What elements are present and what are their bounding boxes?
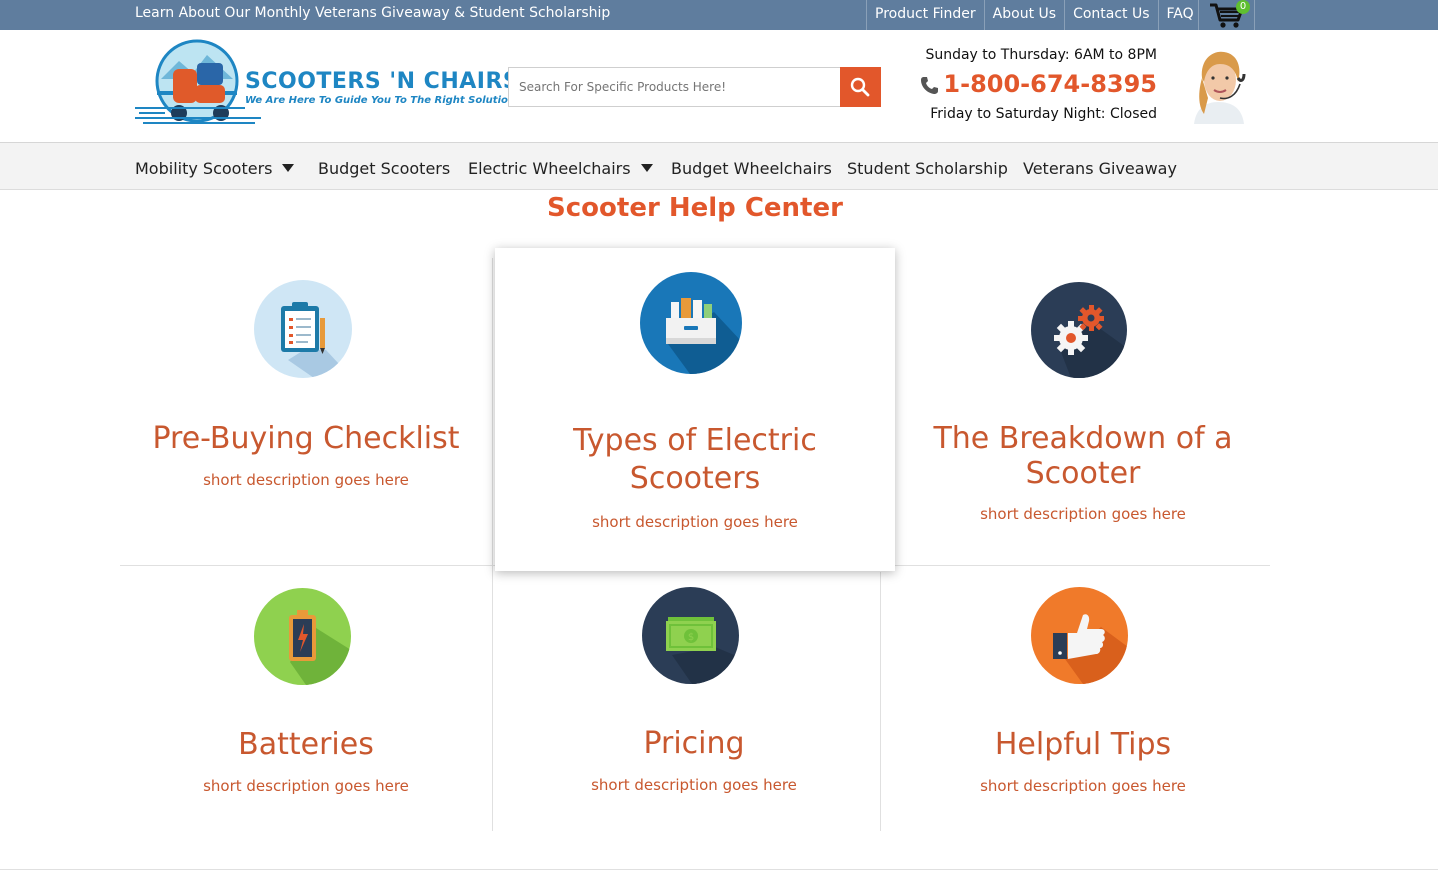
phone-number[interactable]: 1-800-674-8395 [900,70,1157,98]
page-title: Scooter Help Center [547,193,843,223]
card-description: short description goes here [980,777,1186,795]
battery-icon [254,588,351,685]
nav-mobility-scooters-label: Mobility Scooters [135,159,273,178]
veterans-giveaway-link[interactable]: Learn About Our Monthly Veterans Giveawa… [135,5,610,21]
cart-count-badge: 0 [1236,0,1250,14]
search-button[interactable] [840,67,881,107]
card-breakdown-of-a-scooter[interactable]: The Breakdown of a Scooter short descrip… [896,258,1270,564]
cart-button[interactable]: 0 [1198,0,1255,30]
chevron-down-icon [640,163,653,172]
card-title-line: Scooter [1025,456,1141,491]
card-pricing[interactable]: $ Pricing short description goes here [493,566,880,830]
card-description: short description goes here [591,776,797,794]
card-description: short description goes here [203,471,409,489]
site-header: SCOOTERS 'N CHAIRS We Are Here To Guide … [0,30,1438,143]
about-us-link[interactable]: About Us [983,0,1064,30]
top-bar: Learn About Our Monthly Veterans Giveawa… [0,0,1438,30]
card-helpful-tips[interactable]: Helpful Tips short description goes here [881,566,1285,830]
nav-electric-wheelchairs[interactable]: Electric Wheelchairs [468,159,653,178]
card-title: Helpful Tips [994,727,1172,762]
main-nav: Mobility Scooters Budget Scooters Electr… [0,143,1438,190]
box-files-icon [640,272,742,374]
product-finder-link[interactable]: Product Finder [866,0,984,30]
logo-tagline: We Are Here To Guide You To The Right So… [245,95,515,106]
phone-icon [921,77,939,94]
faq-link[interactable]: FAQ [1157,0,1202,30]
weekday-hours: Sunday to Thursday: 6AM to 8PM [925,47,1157,63]
nav-budget-wheelchairs[interactable]: Budget Wheelchairs [671,159,832,178]
card-title: Batteries [238,727,374,762]
site-logo[interactable]: SCOOTERS 'N CHAIRS We Are Here To Guide … [135,39,519,129]
nav-electric-wheelchairs-label: Electric Wheelchairs [468,159,631,178]
card-title: Types of Electric Scooters [495,422,895,498]
card-title-line: Scooters [629,461,761,496]
nav-student-scholarship[interactable]: Student Scholarship [847,159,1008,178]
card-batteries[interactable]: Batteries short description goes here [120,566,492,830]
nav-budget-scooters[interactable]: Budget Scooters [318,159,450,178]
phone-number-text: 1-800-674-8395 [943,70,1157,98]
search-input[interactable] [509,68,841,106]
card-types-of-electric-scooters[interactable]: Types of Electric Scooters short descrip… [495,248,895,571]
contact-us-link[interactable]: Contact Us [1064,0,1157,30]
card-description: short description goes here [203,777,409,795]
weekend-hours: Friday to Saturday Night: Closed [930,106,1157,122]
nav-mobility-scooters[interactable]: Mobility Scooters [135,159,295,178]
clipboard-icon [254,280,352,378]
card-title-line: The Breakdown of a [933,421,1233,456]
svg-text:$: $ [688,632,694,643]
search-bar [508,67,881,107]
logo-brand-text: SCOOTERS 'N CHAIRS [245,69,520,94]
card-title: Pricing [643,726,745,761]
search-icon [850,77,870,97]
nav-veterans-giveaway[interactable]: Veterans Giveaway [1023,159,1177,178]
support-agent-image [1184,48,1252,124]
card-pre-buying-checklist[interactable]: Pre-Buying Checklist short description g… [120,258,492,564]
chevron-down-icon [282,163,295,172]
top-links: Product Finder About Us Contact Us FAQ [866,0,1202,30]
card-title-line: Types of Electric [573,423,817,458]
gears-icon [1031,282,1127,378]
thumbs-up-icon [1031,587,1128,684]
money-icon: $ [642,587,739,684]
footer-divider [0,869,1438,870]
card-title: Pre-Buying Checklist [152,421,460,456]
card-description: short description goes here [980,505,1186,523]
card-description: short description goes here [592,513,798,531]
card-title: The Breakdown of a Scooter [896,421,1270,491]
